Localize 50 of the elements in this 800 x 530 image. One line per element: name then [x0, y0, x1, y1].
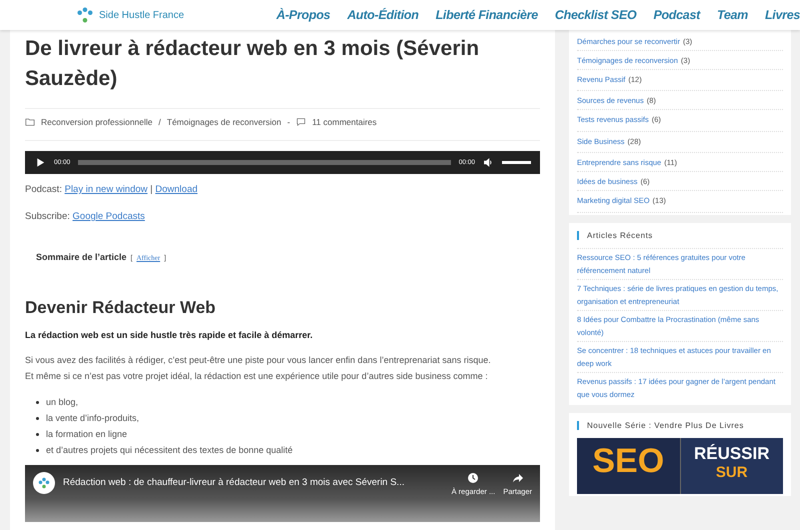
- article-title: De livreur à rédacteur web en 3 mois (Séverin Sauzède): [25, 36, 480, 92]
- banner-text: SUR: [716, 463, 748, 482]
- widget-title: Articles Récents: [577, 231, 783, 240]
- category-link[interactable]: Témoignages de reconversion: [166, 117, 282, 127]
- list-item-text: la vente d’info-produits,: [46, 412, 140, 425]
- share-arrow-icon: [512, 472, 524, 484]
- subscribe-label: Subscribe:: [25, 211, 71, 222]
- bullet-icon: [36, 400, 39, 404]
- progress-track[interactable]: [78, 160, 451, 165]
- folder-icon: [25, 117, 35, 127]
- download-link[interactable]: Download: [155, 184, 198, 195]
- paragraph: Si vous avez des facilités à rédiger, c’est peut-être une piste pour vous lancer enfin dans l’entreprenariat sans risque. Et même si ce n’est pas votre projet idéal, la rédaction est une expérience utile pour d’autres side business comme :: [25, 354, 492, 383]
- nav-link[interactable]: Team: [716, 8, 748, 22]
- nav-link[interactable]: Auto-Édition: [347, 8, 419, 22]
- section-heading: Devenir Rédacteur Web: [25, 298, 217, 318]
- podcast-label: Podcast:: [25, 184, 63, 195]
- volume-fill[interactable]: [502, 161, 531, 164]
- bullet-icon: [36, 448, 39, 452]
- lead-text: La rédaction web est un side hustle très rapide et facile à démarrer.: [25, 330, 314, 340]
- banner-text: RÉUSSIR: [694, 444, 770, 463]
- banner-panel[interactable]: RÉUSSIR SUR: [680, 438, 783, 494]
- logo-text[interactable]: Side Hustle France: [99, 10, 184, 20]
- separator-text: |: [149, 184, 154, 195]
- bullet-icon: [36, 416, 39, 420]
- category-link[interactable]: Reconversion professionnelle: [41, 117, 153, 127]
- play-icon: [35, 157, 46, 168]
- subscribe-link[interactable]: Google Podcasts: [72, 211, 145, 222]
- comment-icon: [296, 117, 306, 127]
- video-title[interactable]: Rédaction web : de chauffeur-livreur à rédacteur web en 3 mois avec Séverin S...: [63, 477, 444, 488]
- clock-icon: [467, 472, 480, 484]
- nav-link[interactable]: Podcast: [653, 8, 700, 22]
- widget-title: Nouvelle Série : Vendre Plus De Livres: [577, 421, 783, 430]
- nav-link[interactable]: Liberté Financière: [436, 8, 538, 22]
- speaker-icon: [483, 157, 494, 168]
- list-item-text: la formation en ligne: [46, 428, 128, 441]
- banner-text: SEO: [592, 444, 664, 482]
- nav-link[interactable]: Checklist SEO: [554, 8, 636, 22]
- bullet-icon: [36, 432, 39, 436]
- list-item-text: un blog,: [46, 396, 78, 409]
- nav-link[interactable]: À-Propos: [276, 8, 330, 22]
- separator-text: /: [158, 117, 161, 127]
- dash-text: -: [287, 117, 290, 127]
- play-link[interactable]: Play in new window: [64, 184, 148, 195]
- comments-link[interactable]: 11 commentaires: [312, 117, 377, 127]
- tree-icon: [37, 476, 51, 490]
- banner-panel[interactable]: SEO: [577, 438, 680, 494]
- logo-icon: [75, 6, 95, 24]
- list-item-text: et d’autres projets qui nécessitent des textes de bonne qualité: [46, 444, 293, 457]
- nav-link[interactable]: Livres: [764, 8, 800, 22]
- toc-title: Sommaire de l’article: [36, 252, 127, 262]
